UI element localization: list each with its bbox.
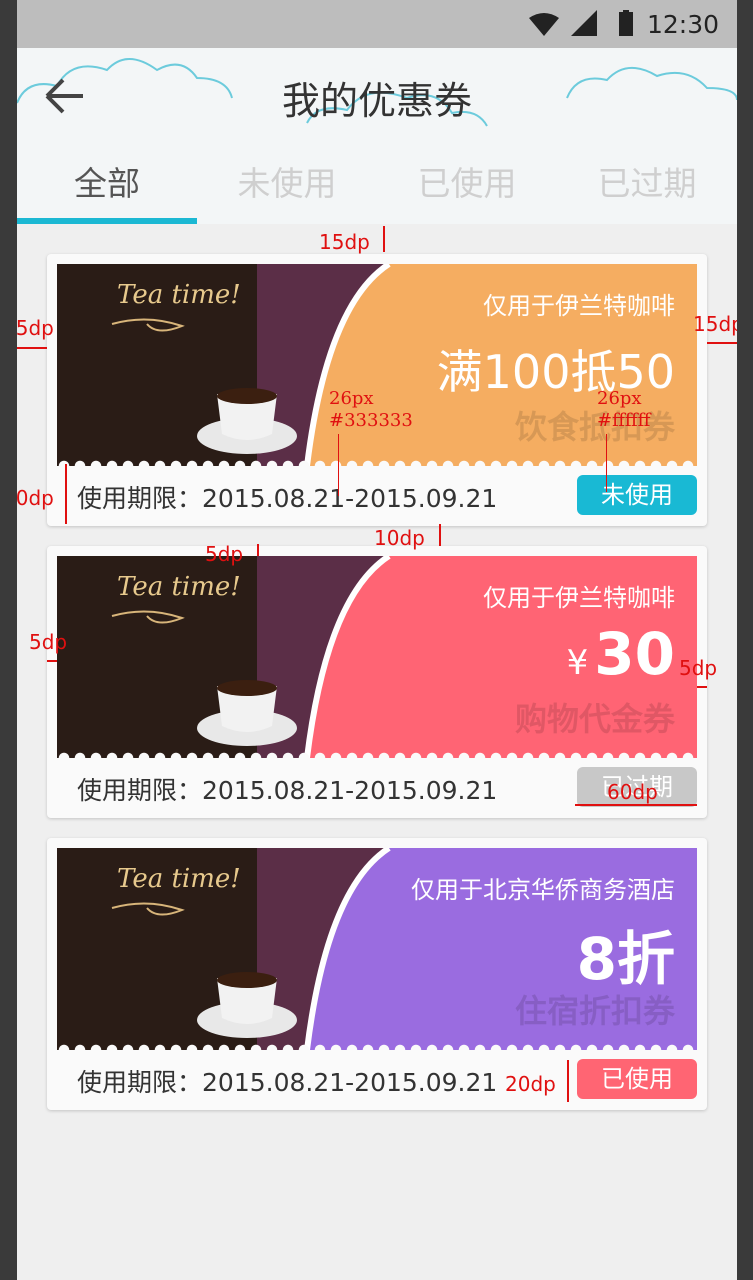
coupon-banner: Tea time! 仅用于伊兰特咖啡 ¥30 购物代金券	[57, 556, 697, 758]
coupon-card[interactable]: Tea time! 仅用于伊兰特咖啡 ¥30 购物代金券 使用期限：2015.0…	[47, 546, 707, 818]
annotation-button-height: 20dp	[505, 1072, 556, 1096]
tab-used[interactable]: 已使用	[377, 156, 557, 224]
phone-screen: 12:30 我的优惠券 全部 未使用 已使用 已过期 Tea time! 仅用于…	[17, 0, 737, 1280]
coupon-scope: 仅用于伊兰特咖啡	[483, 584, 675, 612]
validity-period: 使用期限：2015.08.21-2015.09.21	[77, 484, 498, 513]
tab-bar: 全部 未使用 已使用 已过期	[17, 156, 737, 224]
signal-icon	[571, 10, 597, 36]
coupon-banner: Tea time! 仅用于伊兰特咖啡 满100抵50 饮食抵扣券	[57, 264, 697, 466]
status-badge[interactable]: 未使用	[577, 475, 697, 515]
annotation-top-gap: 15dp	[319, 230, 370, 254]
tab-expired[interactable]: 已过期	[557, 156, 737, 224]
annotation-inner-left: 5dp	[29, 630, 68, 654]
status-time: 12:30	[646, 10, 719, 39]
coupon-value: ¥30	[566, 620, 675, 688]
brand-text: Tea time!	[117, 864, 241, 894]
currency-symbol: ¥	[566, 643, 589, 683]
annotation-text-color-b: #ffffff	[597, 410, 651, 431]
annotation-inner-right: 5dp	[679, 656, 718, 680]
validity-period: 使用期限：2015.08.21-2015.09.21	[77, 1068, 498, 1097]
annotation-card-gap: 10dp	[374, 526, 425, 550]
wifi-icon	[529, 13, 559, 36]
status-bar: 12:30	[17, 0, 737, 48]
annotation-footer-height: 30dp	[17, 486, 54, 510]
active-tab-indicator	[17, 218, 197, 224]
annotation-right-margin: 15dp	[693, 312, 737, 336]
tab-unused[interactable]: 未使用	[197, 156, 377, 224]
brand-text: Tea time!	[117, 280, 241, 310]
coupon-card[interactable]: Tea time! 仅用于北京华侨商务酒店 8折 住宿折扣券 使用期限：2015…	[47, 838, 707, 1110]
coupon-scope: 仅用于伊兰特咖啡	[483, 292, 675, 320]
coupon-kind: 购物代金券	[514, 700, 675, 738]
coupon-kind: 住宿折扣券	[514, 992, 675, 1030]
coupon-kind: 饮食抵扣券	[514, 408, 675, 446]
coupon-banner: Tea time! 仅用于北京华侨商务酒店 8折 住宿折扣券	[57, 848, 697, 1050]
status-icons	[529, 10, 633, 36]
page-title: 我的优惠券	[281, 79, 472, 123]
perforation-edge	[57, 459, 697, 466]
validity-period: 使用期限：2015.08.21-2015.09.21	[77, 776, 498, 805]
annotation-text-size-b: 26px	[597, 388, 642, 409]
tab-all[interactable]: 全部	[17, 156, 197, 224]
coupon-value: 8折	[576, 925, 675, 993]
annotation-left-margin: 15dp	[17, 316, 54, 340]
app-header: 我的优惠券 全部 未使用 已使用 已过期	[17, 48, 737, 224]
perforation-edge	[57, 1043, 697, 1050]
brand-text: Tea time!	[117, 572, 241, 602]
annotation-text-color-a: #333333	[329, 410, 413, 431]
status-badge[interactable]: 已使用	[577, 1059, 697, 1099]
annotation-text-size-a: 26px	[329, 388, 374, 409]
coupon-scope: 仅用于北京华侨商务酒店	[411, 876, 675, 904]
perforation-edge	[57, 751, 697, 758]
annotation-inner-top: 5dp	[205, 542, 244, 566]
annotation-button-width: 60dp	[607, 780, 658, 804]
battery-icon	[619, 12, 633, 36]
